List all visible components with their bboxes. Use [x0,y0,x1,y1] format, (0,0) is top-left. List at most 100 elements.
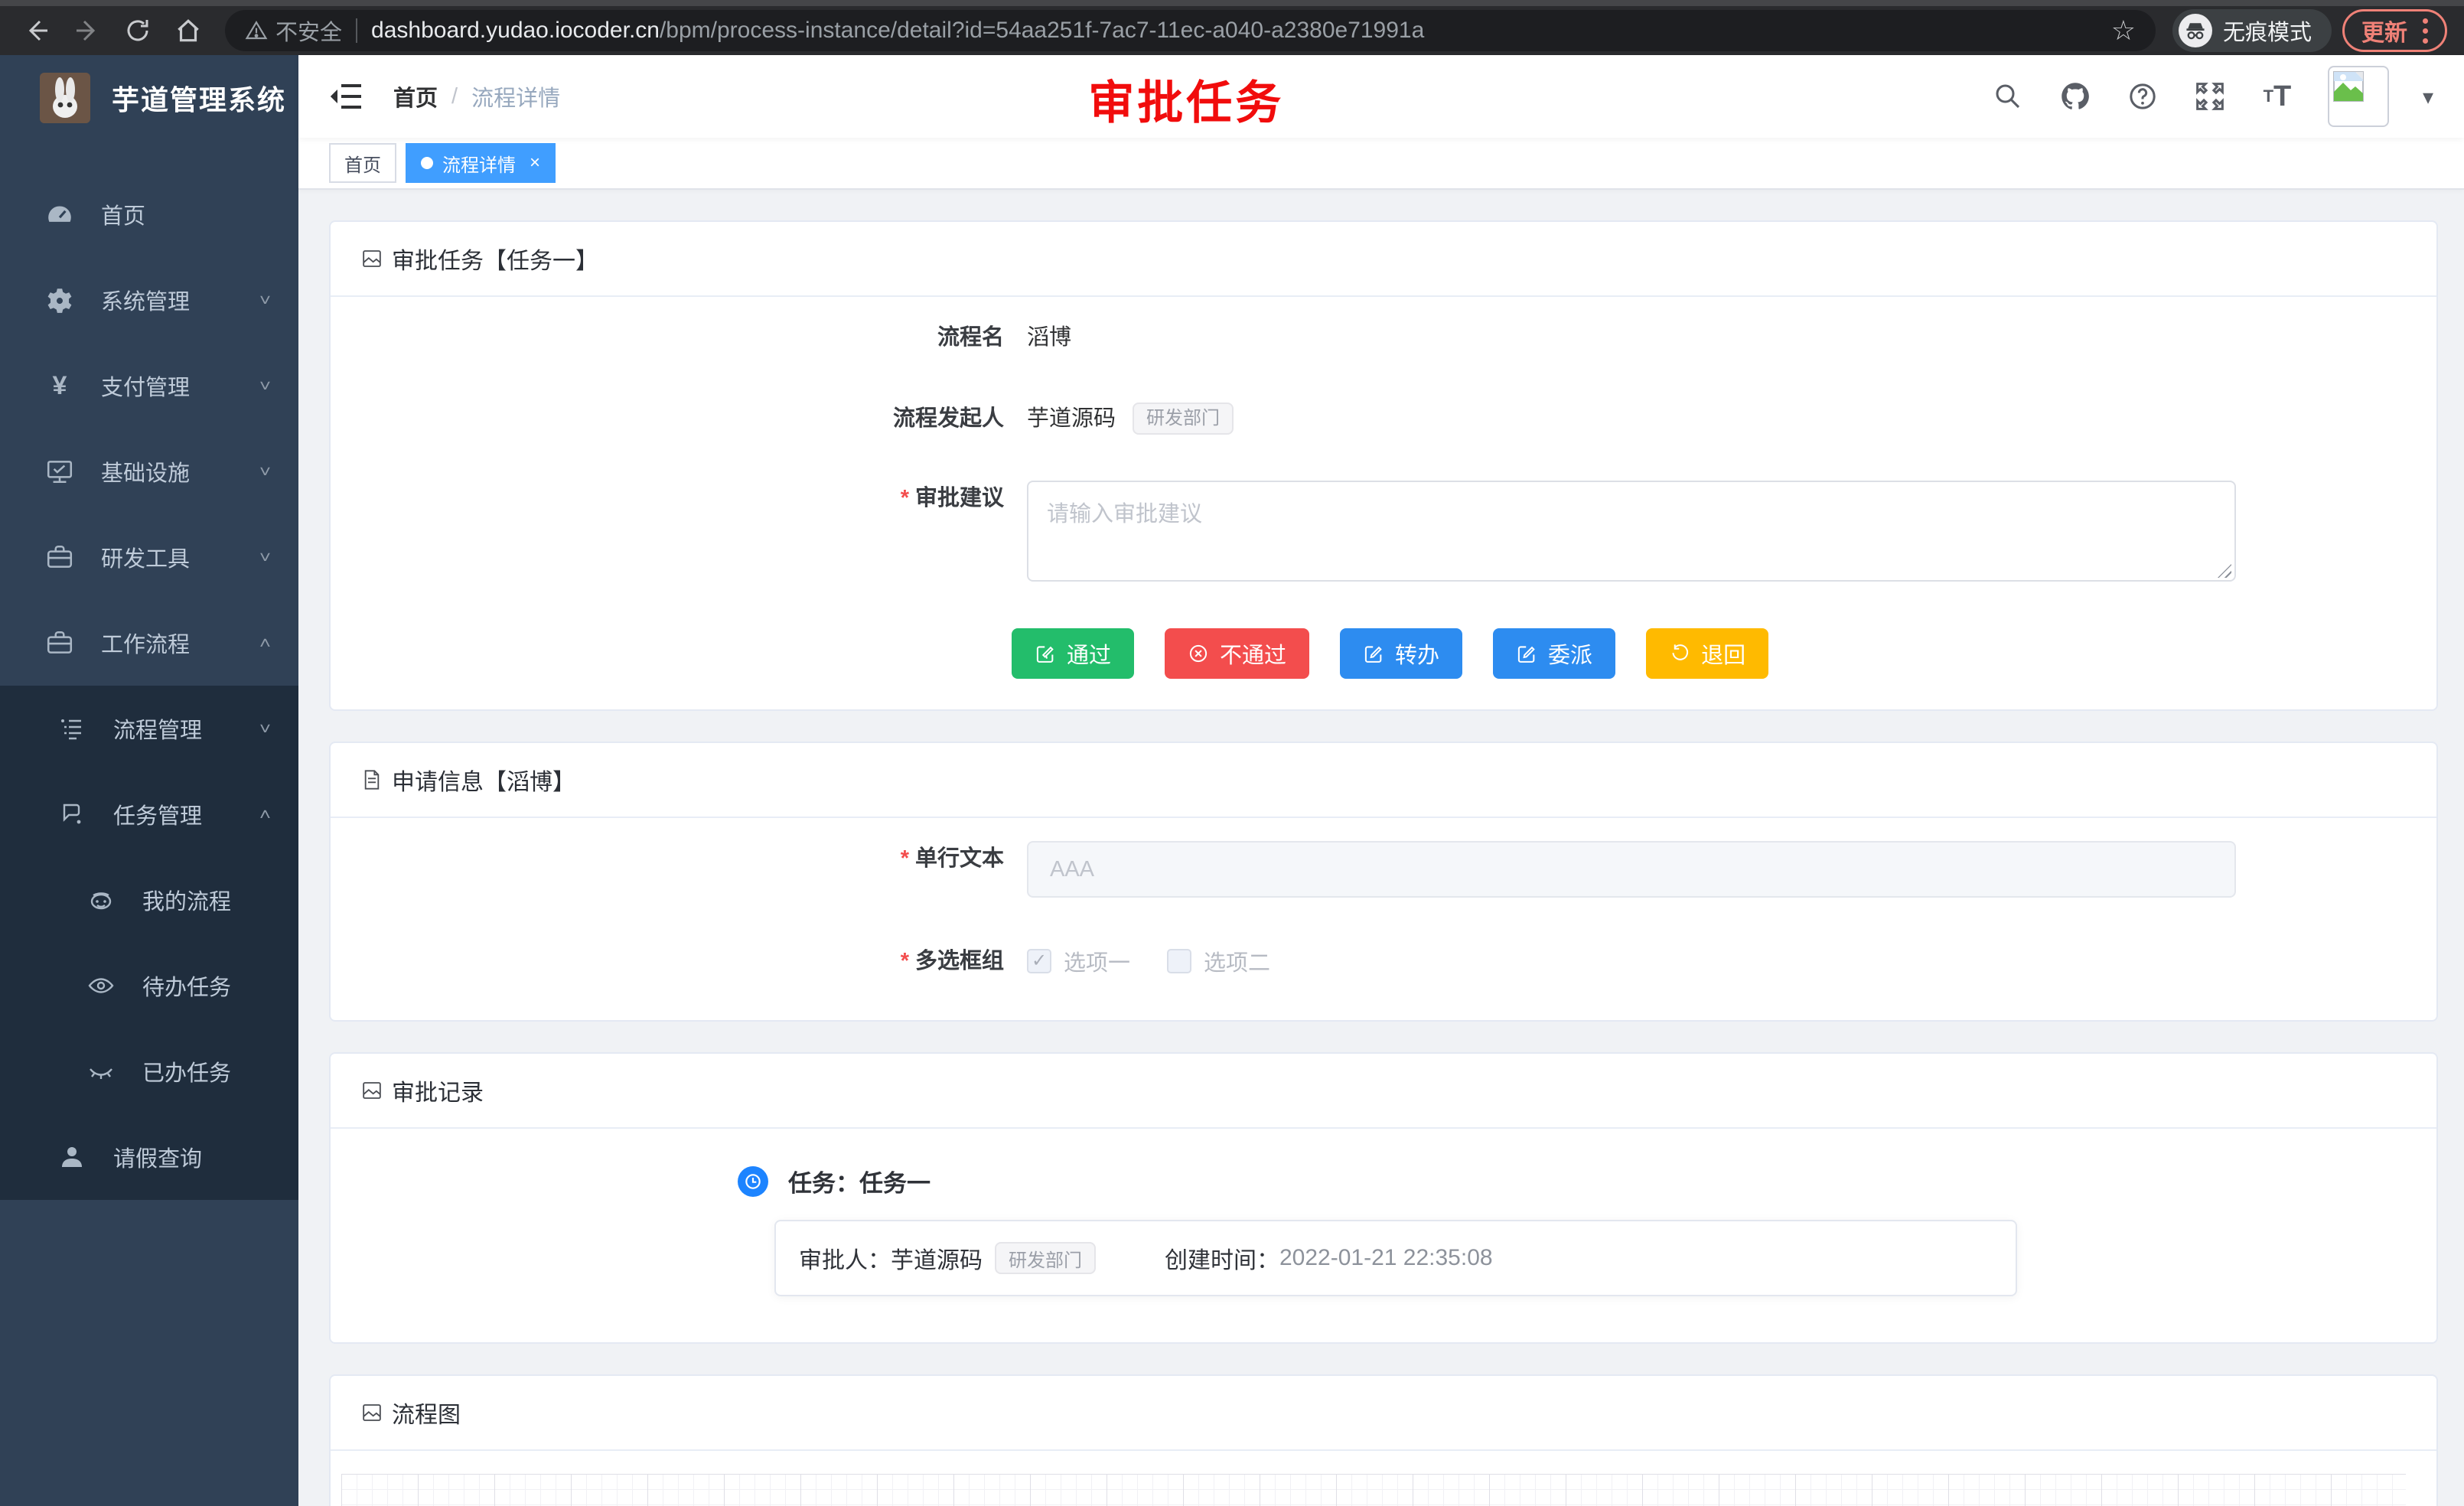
sidebar-item-leave-query[interactable]: 请假查询 [0,1114,298,1200]
chevron-down-icon: ˅ [259,719,271,738]
help-icon[interactable] [2126,80,2159,113]
incognito-icon [2179,14,2212,47]
approval-record-card: 审批记录 任务：任务一 审批人： 芋道源码 研发部门 [329,1052,2438,1344]
breadcrumb-home[interactable]: 首页 [393,80,438,112]
avatar-caret-icon[interactable]: ▾ [2423,84,2433,109]
field-label: 流程名 [361,320,1004,355]
single-text-input[interactable] [1027,841,2236,898]
return-button[interactable]: 退回 [1646,628,1768,679]
field-label: 流程发起人 [361,401,1004,436]
eye-icon [86,970,116,1001]
checkbox-option-1[interactable]: 选项一 [1027,945,1130,977]
url-text[interactable]: dashboard.yudao.iocoder.cn/bpm/process-i… [371,18,2097,44]
tag-label: 流程详情 [442,150,516,177]
assignee-name: 芋道源码 [891,1241,983,1275]
url-bar[interactable]: 不安全 dashboard.yudao.iocoder.cn/bpm/proce… [225,10,2156,51]
sidebar-item-home[interactable]: 首页 [0,171,298,257]
sidebar-item-label: 已办任务 [142,1055,271,1087]
sidebar-item-workflow[interactable]: 工作流程 ˄ [0,600,298,686]
incognito-label: 无痕模式 [2223,15,2312,47]
checkbox-checked-icon [1027,949,1051,973]
eye-closed-icon [86,1056,116,1087]
sidebar-collapse-icon[interactable] [329,78,366,115]
chevron-up-icon: ˄ [259,634,271,653]
tag-home[interactable]: 首页 [329,143,396,183]
card-title: 流程图 [392,1396,461,1429]
sidebar-item-done-tasks[interactable]: 已办任务 [0,1028,298,1114]
checkbox-label: 选项二 [1204,945,1270,977]
red-annotation-text: 审批任务 [1088,66,1284,132]
main-area: 首页 / 流程详情 审批任务 TT [298,55,2464,1506]
card-header: 审批记录 [331,1054,2436,1129]
robot-face-icon [86,885,116,915]
warning-icon [245,19,268,42]
font-size-icon[interactable]: TT [2260,80,2294,113]
chevron-down-icon: ˅ [259,291,271,310]
sidebar-item-system[interactable]: 系统管理 ˅ [0,257,298,343]
reject-button[interactable]: 不通过 [1165,628,1309,679]
checkbox-label: 选项一 [1064,945,1130,977]
tag-label: 首页 [344,150,381,177]
sidebar-item-todo-tasks[interactable]: 待办任务 [0,943,298,1028]
close-icon[interactable]: × [530,152,540,174]
flow-branch-icon [57,799,87,830]
sidebar-item-label: 待办任务 [142,970,271,1002]
bpmn-canvas[interactable] [341,1474,2406,1506]
assignee-label: 审批人： [799,1241,891,1275]
field-label: *审批建议 [361,481,1004,516]
breadcrumb: 首页 / 流程详情 [393,80,560,112]
sidebar-item-infra[interactable]: 基础设施 ˅ [0,429,298,514]
create-time-label: 创建时间： [1165,1241,1279,1275]
update-button[interactable]: 更新 [2342,9,2447,52]
insecure-warning[interactable]: 不安全 [245,15,342,47]
home-icon[interactable] [168,11,208,51]
breadcrumb-current: 流程详情 [471,80,560,112]
delegate-button[interactable]: 委派 [1493,628,1615,679]
edit-icon [1363,643,1384,664]
sidebar-item-process-mgmt[interactable]: 流程管理 ˅ [0,686,298,771]
app-title: 芋道管理系统 [112,78,286,118]
circle-close-icon [1188,643,1209,664]
breadcrumb-separator: / [451,84,458,109]
refresh-left-icon [1669,643,1690,664]
card-header: 申请信息【滔博】 [331,743,2436,818]
initiator-name: 芋道源码 [1027,401,1116,436]
sidebar-item-devtools[interactable]: 研发工具 ˅ [0,514,298,600]
tag-process-detail[interactable]: 流程详情 × [406,143,556,183]
github-icon[interactable] [2058,80,2092,113]
avatar[interactable] [2328,66,2389,127]
sidebar-item-label: 请假查询 [113,1141,271,1173]
incognito-badge: 无痕模式 [2172,9,2332,52]
person-icon [57,1142,87,1172]
back-icon[interactable] [17,11,57,51]
sidebar-item-my-process[interactable]: 我的流程 [0,857,298,943]
list-tree-icon [57,713,87,744]
chrome-menu-icon[interactable] [2423,18,2428,44]
yen-icon: ¥ [44,370,75,401]
dept-tag: 研发部门 [1133,403,1234,435]
button-label: 退回 [1701,637,1745,670]
record-detail-card: 审批人： 芋道源码 研发部门 创建时间： 2022-01-21 22:35:08 [774,1220,2017,1296]
advice-textarea-wrap [1027,481,2236,585]
search-icon[interactable] [1991,80,2025,113]
button-label: 委派 [1548,637,1592,670]
forward-icon[interactable] [67,11,107,51]
approve-button[interactable]: 通过 [1012,628,1134,679]
approval-task-card: 审批任务【任务一】 流程名 滔博 流程发起人 芋道源码 研发部门 [329,220,2438,711]
reload-icon[interactable] [118,11,158,51]
checkbox-option-2[interactable]: 选项二 [1167,945,1270,977]
timeline-item: 任务：任务一 审批人： 芋道源码 研发部门 创建时间： 2022-01-21 2… [738,1164,2406,1296]
tags-view: 首页 流程详情 × [298,138,2464,190]
sidebar-item-payment[interactable]: ¥ 支付管理 ˅ [0,343,298,429]
sidebar-item-task-mgmt[interactable]: 任务管理 ˄ [0,771,298,857]
update-label: 更新 [2361,14,2407,47]
sidebar-item-label: 研发工具 [101,541,259,573]
fullscreen-icon[interactable] [2193,80,2227,113]
card-title: 申请信息【滔博】 [392,763,575,797]
chevron-up-icon: ˄ [259,805,271,824]
advice-textarea[interactable] [1027,481,2236,582]
card-body [331,1451,2436,1506]
bookmark-star-icon[interactable]: ☆ [2111,15,2136,47]
transfer-button[interactable]: 转办 [1340,628,1462,679]
logo-row[interactable]: 芋道管理系统 [0,55,298,141]
